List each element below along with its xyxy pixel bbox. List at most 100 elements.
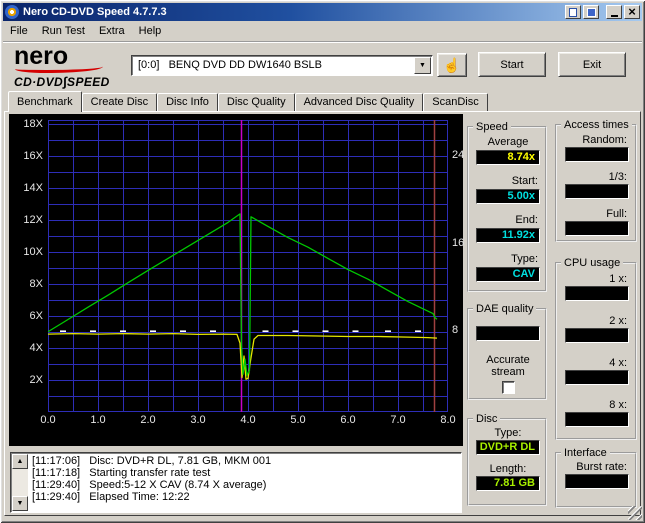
interface-panel: Interface Burst rate:: [555, 447, 637, 508]
y-axis-tick: 12X: [23, 214, 43, 226]
minimize-button[interactable]: [606, 5, 622, 19]
logo-speed: SPEED: [67, 75, 110, 89]
average-label: Average: [487, 136, 529, 148]
tab-create-disc[interactable]: Create Disc: [81, 93, 158, 111]
square-icon: [586, 7, 596, 17]
titlebar-extra-icon-2[interactable]: [583, 5, 599, 19]
y-axis-tick: 16X: [23, 150, 43, 162]
exit-button[interactable]: Exit: [558, 52, 626, 77]
x-axis-tick: 7.0: [390, 414, 406, 426]
x-axis-tick: 3.0: [190, 414, 206, 426]
speed-panel: Speed Average 8.74x Start: 5.00x End: 11…: [467, 121, 547, 292]
close-button[interactable]: [624, 5, 640, 19]
tab-disc-info[interactable]: Disc Info: [157, 93, 218, 111]
log-scrollbar[interactable]: [12, 454, 28, 511]
tab-disc-quality[interactable]: Disc Quality: [217, 93, 295, 111]
nero-logo: nero CD·DVD∫SPEED: [14, 44, 128, 90]
benchmark-plot-svg: [48, 120, 448, 412]
disc-panel-title: Disc: [473, 413, 501, 425]
tab-bar: Benchmark Create Disc Disc Info Disc Qua…: [8, 91, 488, 112]
cpu-1x-label: 1 x:: [609, 273, 627, 285]
window-title: Nero CD-DVD Speed 4.7.7.3: [23, 6, 167, 18]
accurate-stream-label-1: Accurate: [486, 354, 530, 366]
start-button[interactable]: Start: [478, 52, 546, 77]
interface-title: Interface: [561, 447, 610, 459]
menu-item-help[interactable]: Help: [132, 23, 169, 39]
benchmark-chart-area: 18X 16X 14X 12X 10X 8X 6X 4X 2X 0.0 1.0 2.0 3.0 4.0 5.…: [9, 114, 464, 446]
x-axis-tick: 2.0: [140, 414, 156, 426]
nero-swoosh: [15, 65, 103, 73]
titlebar: Nero CD-DVD Speed 4.7.7.3: [3, 3, 642, 21]
access-times-panel: Access times Random: 1/3: Full:: [555, 119, 637, 242]
eject-hand-button[interactable]: [437, 53, 467, 77]
disc-type-label: Type:: [494, 427, 522, 439]
y-axis-tick: 6X: [29, 310, 43, 322]
cpu-8x-label: 8 x:: [609, 399, 627, 411]
resize-grip[interactable]: [628, 506, 642, 520]
drive-select[interactable]: [0:0] BENQ DVD DD DW1640 BSLB: [131, 55, 433, 76]
minimize-icon: [610, 14, 618, 17]
accurate-stream-label-2: stream: [491, 366, 525, 378]
dae-quality-title: DAE quality: [473, 303, 537, 315]
menu-item-file[interactable]: File: [3, 23, 35, 39]
cpu-usage-title: CPU usage: [561, 257, 624, 269]
chevron-down-icon[interactable]: [414, 57, 431, 74]
one-third-value-box: [565, 184, 629, 199]
end-label: End:: [515, 214, 538, 226]
tab-benchmark[interactable]: Benchmark: [8, 91, 82, 112]
dae-quality-value-box: [476, 326, 540, 341]
tab-advanced-disc-quality[interactable]: Advanced Disc Quality: [294, 93, 424, 111]
log-line: [11:29:40] Speed:5-12 X CAV (8.74 X aver…: [32, 479, 267, 491]
cpu-8x-value-box: [565, 412, 629, 427]
menu-bar: File Run Test Extra Help: [3, 22, 642, 40]
accurate-stream-checkbox[interactable]: [502, 381, 515, 394]
start-label: Start:: [511, 175, 538, 187]
menu-item-extra[interactable]: Extra: [92, 23, 132, 39]
cpu-1x-value-box: [565, 286, 629, 301]
nero-product-text: CD·DVD∫SPEED: [14, 74, 110, 89]
x-axis-tick: 1.0: [90, 414, 106, 426]
y-axis-tick: 2X: [29, 374, 43, 386]
disc-type-value-box: DVD+R DL: [476, 440, 540, 455]
random-value-box: [565, 147, 629, 162]
cpu-2x-value-box: [565, 328, 629, 343]
log-line: [11:17:06] Disc: DVD+R DL, 7.81 GB, MKM …: [32, 455, 272, 467]
x-axis-tick: 6.0: [340, 414, 356, 426]
scroll-up-icon[interactable]: [12, 454, 28, 469]
full-value-box: [565, 221, 629, 236]
cpu-4x-value-box: [565, 370, 629, 385]
speed-type-label: Type:: [511, 253, 538, 265]
end-value-box: 11.92x: [476, 228, 540, 243]
log-line: [11:17:18] Starting transfer rate test: [32, 467, 211, 479]
one-third-label: 1/3:: [608, 171, 627, 183]
tab-scandisc[interactable]: ScanDisc: [423, 93, 488, 111]
titlebar-extra-icon-1[interactable]: [565, 5, 581, 19]
burst-rate-label: Burst rate:: [576, 461, 627, 473]
menu-item-run-test[interactable]: Run Test: [35, 23, 92, 39]
log-panel: [11:17:06] Disc: DVD+R DL, 7.81 GB, MKM …: [10, 452, 462, 513]
y-axis-tick: 8X: [29, 278, 43, 290]
drive-select-value: [0:0] BENQ DVD DD DW1640 BSLB: [138, 59, 323, 71]
y-axis-tick: 10X: [23, 246, 43, 258]
menu-divider: [3, 41, 642, 43]
cpu-2x-label: 2 x:: [609, 315, 627, 327]
app-icon: [5, 5, 19, 19]
disc-panel: Disc Type: DVD+R DL Length: 7.81 GB: [467, 413, 547, 506]
scroll-down-icon[interactable]: [12, 496, 28, 511]
log-line: [11:29:40] Elapsed Time: 12:22: [32, 491, 190, 503]
speed-type-value-box: CAV: [476, 267, 540, 282]
x-axis-tick: 8.0: [440, 414, 456, 426]
speed-panel-title: Speed: [473, 121, 511, 133]
full-label: Full:: [606, 208, 627, 220]
random-label: Random:: [582, 134, 627, 146]
x-axis-tick: 0.0: [40, 414, 56, 426]
y-axis-tick: 18X: [23, 118, 43, 130]
access-times-title: Access times: [561, 119, 632, 131]
dae-quality-panel: DAE quality Accurate stream: [467, 303, 547, 400]
log-lines: [11:17:06] Disc: DVD+R DL, 7.81 GB, MKM …: [32, 455, 459, 510]
logo-cddvd: CD·DVD: [14, 75, 64, 89]
x-axis-tick: 5.0: [290, 414, 306, 426]
y-axis-tick: 14X: [23, 182, 43, 194]
average-value-box: 8.74x: [476, 150, 540, 165]
x-axis-tick: 4.0: [240, 414, 256, 426]
